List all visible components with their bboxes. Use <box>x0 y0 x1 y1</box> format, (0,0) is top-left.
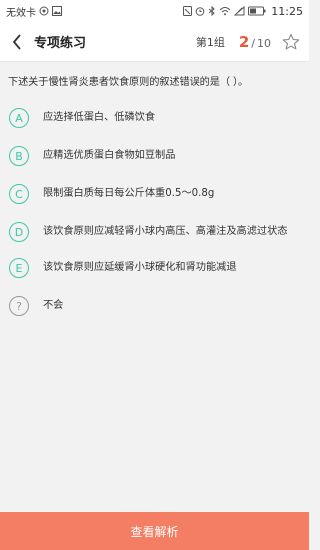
question-content: 下述关于慢性肾炎患者饮食原则的叙述错误的是（ ）。 A 应选择低蛋白、低磷饮食 … <box>0 75 309 316</box>
option-unknown[interactable]: ? 不会 <box>8 296 301 316</box>
option-badge: B <box>9 146 29 166</box>
option-text: 应精选优质蛋白食物如豆制品 <box>43 150 176 161</box>
option-badge: A <box>9 108 29 128</box>
status-time: 11:25 <box>271 4 303 18</box>
bluetooth-icon <box>208 6 216 16</box>
option-a[interactable]: A 应选择低蛋白、低磷饮食 <box>8 108 301 128</box>
option-badge: D <box>9 222 29 242</box>
option-text: 该饮食原则应减轻肾小球内高压、高灌注及高滤过状态 <box>43 226 288 237</box>
status-right: 11:25 <box>183 5 303 18</box>
favorite-button[interactable] <box>281 32 301 52</box>
signal-icon <box>234 6 245 16</box>
question-text: 下述关于慢性肾炎患者饮食原则的叙述错误的是（ ）。 <box>8 77 249 88</box>
question-progress: 2 / 10 <box>239 33 271 51</box>
option-text: 不会 <box>43 300 64 311</box>
message-icon <box>39 6 49 16</box>
wifi-icon <box>219 6 231 16</box>
option-badge: ? <box>9 296 29 316</box>
option-c[interactable]: C 限制蛋白质每日每公斤体重0.5～0.8g <box>8 184 301 204</box>
star-icon <box>282 33 300 49</box>
carrier-label: 无效卡 <box>6 7 36 19</box>
group-label: 第1组 <box>195 35 225 49</box>
alarm-icon <box>195 6 205 16</box>
option-d[interactable]: D 该饮食原则应减轻肾小球内高压、高灌注及高滤过状态 <box>8 222 301 242</box>
options-list: A 应选择低蛋白、低磷饮食 B 应精选优质蛋白食物如豆制品 C 限制蛋白质每日每… <box>8 108 301 316</box>
battery-icon <box>248 6 266 16</box>
title-bar: 专项练习 第1组 2 / 10 <box>0 22 309 62</box>
progress-current: 2 <box>238 32 250 51</box>
option-e[interactable]: E 该饮食原则应延缓肾小球硬化和肾功能减退 <box>8 258 301 278</box>
progress-separator: / <box>251 36 255 50</box>
sim-no-service-icon <box>183 6 193 16</box>
page-title: 专项练习 <box>34 36 87 51</box>
option-badge: E <box>9 258 29 278</box>
option-b[interactable]: B 应精选优质蛋白食物如豆制品 <box>8 146 301 166</box>
back-button[interactable] <box>8 30 26 54</box>
status-left: 无效卡 <box>6 4 62 19</box>
option-text: 应选择低蛋白、低磷饮食 <box>43 112 156 123</box>
option-text: 限制蛋白质每日每公斤体重0.5～0.8g <box>43 188 215 199</box>
option-text: 该饮食原则应延缓肾小球硬化和肾功能减退 <box>43 262 237 273</box>
image-icon <box>52 6 62 16</box>
chevron-left-icon <box>12 33 21 50</box>
progress-total: 10 <box>257 36 271 50</box>
view-analysis-button[interactable]: 查看解析 <box>0 512 309 550</box>
status-bar: 无效卡 11:25 <box>0 0 309 22</box>
option-badge: C <box>9 184 29 204</box>
